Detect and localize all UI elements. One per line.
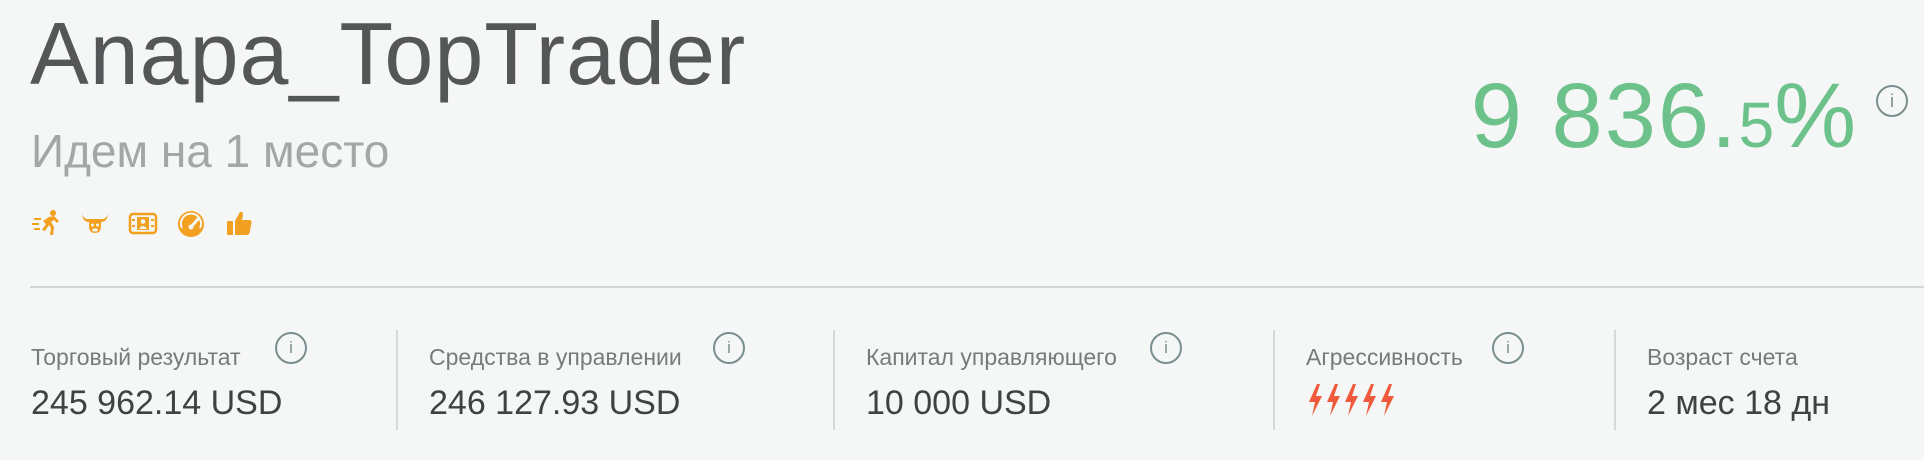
lightning-icon <box>1381 384 1394 416</box>
stat-separator <box>833 330 835 430</box>
stat-label: Торговый результат <box>31 344 241 370</box>
aggressiveness-level <box>1306 382 1396 418</box>
lightning-icon <box>1363 384 1376 416</box>
stat-label: Агрессивность <box>1306 344 1463 370</box>
return-percentage: 9 836.5% <box>1471 70 1856 162</box>
bull-icon[interactable] <box>80 208 110 238</box>
trader-slogan: Идем на 1 место <box>31 125 390 177</box>
lightning-icon <box>1345 384 1358 416</box>
return-integer: 9 836. <box>1470 65 1739 167</box>
runner-icon[interactable] <box>32 208 62 238</box>
stat-value: 10 000 USD <box>866 384 1052 422</box>
return-percent-sign: % <box>1774 65 1856 167</box>
lightning-icon <box>1309 384 1322 416</box>
aggressiveness-info-icon[interactable]: i <box>1492 332 1524 364</box>
stats-row: Торговый результат i 245 962.14 USD Сред… <box>0 330 1924 430</box>
stat-label: Капитал управляющего <box>866 344 1117 370</box>
stat-value: 246 127.93 USD <box>429 384 681 422</box>
stat-value: 245 962.14 USD <box>31 384 283 422</box>
stat-value: 2 мес 18 дн <box>1647 384 1830 422</box>
stat-separator <box>1273 330 1275 430</box>
lightning-icon <box>1327 384 1340 416</box>
achievement-badges <box>32 208 254 238</box>
stat-label: Возраст счета <box>1647 344 1798 370</box>
return-decimal: 5 <box>1738 89 1775 161</box>
stat-label: Средства в управлении <box>429 344 682 370</box>
stat-separator <box>396 330 398 430</box>
return-info-icon[interactable]: i <box>1876 85 1908 117</box>
stat-separator <box>1614 330 1616 430</box>
thumbs-up-icon[interactable] <box>224 208 254 238</box>
header-divider <box>30 286 1924 288</box>
capital-info-icon[interactable]: i <box>1150 332 1182 364</box>
speedometer-icon[interactable] <box>176 208 206 238</box>
trading-result-info-icon[interactable]: i <box>275 332 307 364</box>
trader-name: Anapa_TopTrader <box>30 4 747 103</box>
id-card-icon[interactable] <box>128 208 158 238</box>
funds-info-icon[interactable]: i <box>713 332 745 364</box>
